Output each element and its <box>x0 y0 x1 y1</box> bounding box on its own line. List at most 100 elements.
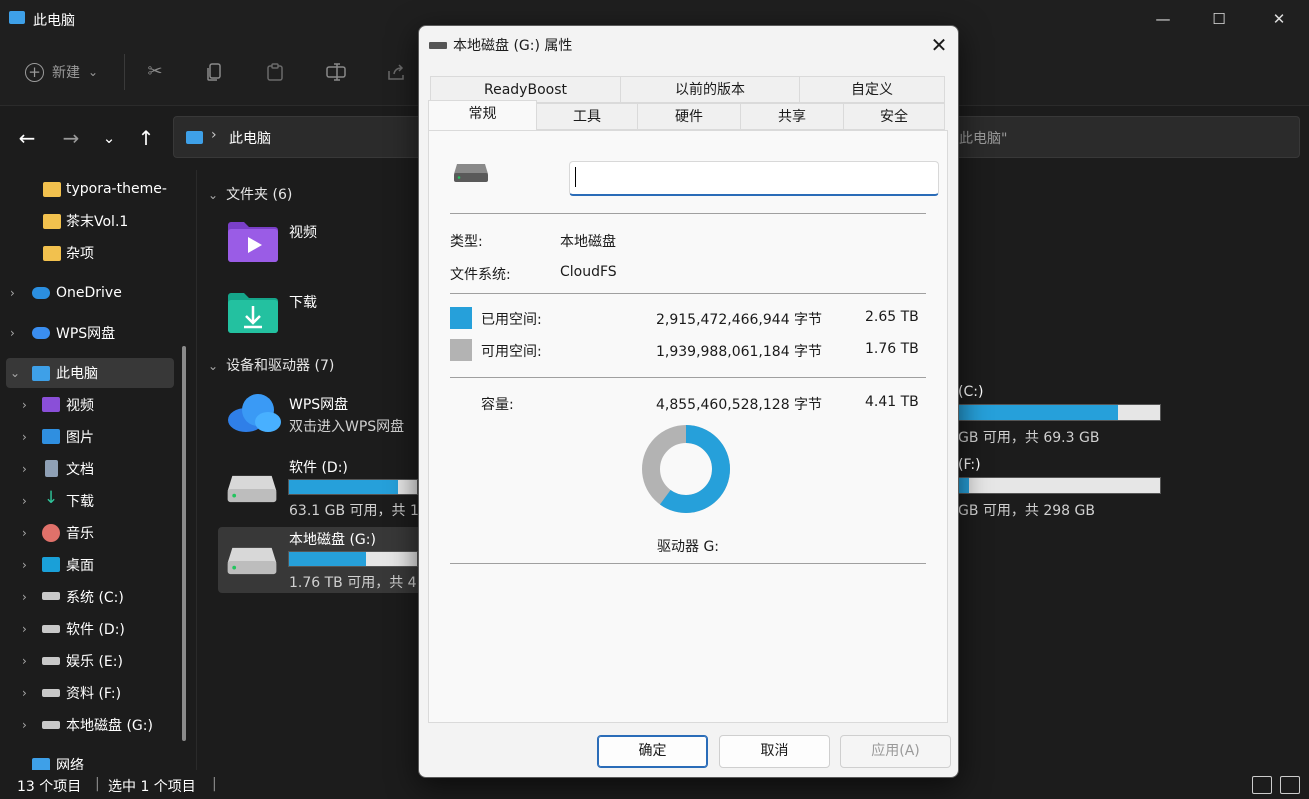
download-folder-icon <box>228 293 278 333</box>
chevron-down-icon: ⌄ <box>208 188 219 202</box>
filesystem-value: CloudFS <box>560 264 617 280</box>
chevron-right-icon[interactable]: › <box>22 526 34 540</box>
usage-donut-chart <box>642 425 730 513</box>
copy-icon[interactable] <box>205 62 225 82</box>
chevron-right-icon[interactable]: › <box>10 286 22 300</box>
wps-cloud-icon <box>228 394 281 432</box>
free-space-bytes: 1,939,988,061,184 字节 <box>656 344 823 360</box>
sidebar-item-network[interactable]: 网络 <box>0 750 190 770</box>
drive-item-d[interactable]: 软件 (D:) 63.1 GB 可用，共 1 <box>218 460 428 526</box>
address-bar[interactable]: › 此电脑 <box>173 116 433 158</box>
tab-readyboost[interactable]: ReadyBoost <box>430 76 621 103</box>
chevron-down-icon[interactable]: ⌄ <box>10 366 22 380</box>
chevron-right-icon[interactable]: › <box>22 590 34 604</box>
folder-videos[interactable]: 视频 <box>218 216 418 276</box>
sidebar-item-misc[interactable]: 杂项 <box>0 238 190 268</box>
sidebar-item-videos[interactable]: › 视频 <box>0 390 190 420</box>
free-space-label: 可用空间: <box>481 344 542 360</box>
sidebar-item-label: 软件 (D:) <box>66 622 125 638</box>
capacity-size: 4.41 TB <box>865 394 919 410</box>
share-icon[interactable] <box>386 62 406 82</box>
sidebar-item-drive-d[interactable]: › 软件 (D:) <box>0 614 190 644</box>
sidebar-item-documents[interactable]: › 文档 <box>0 454 190 484</box>
sidebar-item-this-pc[interactable]: ⌄ 此电脑 <box>6 358 174 388</box>
sidebar-item-label: 资料 (F:) <box>66 686 122 702</box>
chevron-right-icon[interactable]: › <box>22 430 34 444</box>
drive-usage-fill <box>959 405 1118 420</box>
folders-section-header[interactable]: ⌄ 文件夹 (6) <box>208 184 292 204</box>
sidebar-item-label: 文档 <box>66 462 94 478</box>
drive-name-input[interactable] <box>569 161 939 196</box>
network-icon <box>32 758 50 770</box>
divider <box>450 563 926 564</box>
navigation-pane: typora-theme- 茶末Vol.1 杂项 › OneDrive › WP… <box>0 170 197 770</box>
drive-label: (C:) <box>958 384 984 400</box>
chevron-right-icon[interactable]: › <box>22 654 34 668</box>
sidebar-scrollbar[interactable] <box>182 346 186 741</box>
up-button[interactable]: ↑ <box>134 126 158 150</box>
new-button[interactable]: + 新建 ⌄ <box>25 62 98 82</box>
drive-item-wps[interactable]: WPS网盘 双击进入WPS网盘 <box>218 390 428 456</box>
drive-icon <box>42 721 60 729</box>
breadcrumb[interactable]: 此电脑 <box>229 128 271 148</box>
chevron-down-icon: ⌄ <box>88 65 99 79</box>
cut-icon[interactable]: ✂ <box>145 62 165 82</box>
sidebar-item-music[interactable]: › 音乐 <box>0 518 190 548</box>
back-button[interactable]: ← <box>15 126 39 150</box>
tab-sharing[interactable]: 共享 <box>740 103 844 130</box>
tab-previous-versions[interactable]: 以前的版本 <box>620 76 800 103</box>
large-icons-view-icon[interactable] <box>1280 776 1300 794</box>
tab-security[interactable]: 安全 <box>843 103 945 130</box>
sidebar-item-onedrive[interactable]: › OneDrive <box>0 278 190 308</box>
chevron-right-icon[interactable]: › <box>10 326 22 340</box>
paste-icon[interactable] <box>265 62 285 82</box>
drives-section-header[interactable]: ⌄ 设备和驱动器 (7) <box>208 355 334 375</box>
chevron-down-icon: ⌄ <box>208 359 219 373</box>
drive-item-c[interactable]: (C:) GB 可用，共 69.3 GB <box>958 384 1168 447</box>
status-divider: | <box>212 776 217 792</box>
tab-hardware[interactable]: 硬件 <box>637 103 741 130</box>
sidebar-item-pictures[interactable]: › 图片 <box>0 422 190 452</box>
used-space-label: 已用空间: <box>481 312 542 328</box>
used-space-swatch <box>450 307 472 329</box>
type-value: 本地磁盘 <box>560 234 616 250</box>
maximize-button[interactable]: ☐ <box>1204 8 1234 30</box>
minimize-button[interactable]: — <box>1148 8 1178 30</box>
chevron-right-icon[interactable]: › <box>22 462 34 476</box>
chevron-right-icon[interactable]: › <box>22 558 34 572</box>
ok-button[interactable]: 确定 <box>597 735 708 768</box>
sidebar-item-drive-e[interactable]: › 娱乐 (E:) <box>0 646 190 676</box>
sidebar-item-chamo[interactable]: 茶末Vol.1 <box>0 206 190 236</box>
chevron-right-icon[interactable]: › <box>22 398 34 412</box>
recent-locations-button[interactable]: ⌄ <box>97 126 121 150</box>
tab-customize[interactable]: 自定义 <box>799 76 945 103</box>
cancel-button[interactable]: 取消 <box>719 735 830 768</box>
free-space-size: 1.76 TB <box>865 341 919 357</box>
drive-label: 本地磁盘 (G:) <box>289 532 376 548</box>
sidebar-item-drive-c[interactable]: › 系统 (C:) <box>0 582 190 612</box>
apply-button[interactable]: 应用(A) <box>840 735 951 768</box>
forward-button[interactable]: → <box>59 126 83 150</box>
drive-item-g[interactable]: 本地磁盘 (G:) 1.76 TB 可用，共 4 <box>218 532 428 598</box>
sidebar-item-drive-f[interactable]: › 资料 (F:) <box>0 678 190 708</box>
rename-icon[interactable] <box>326 62 346 82</box>
dialog-close-button[interactable]: ✕ <box>925 31 953 59</box>
tab-general[interactable]: 常规 <box>428 100 537 130</box>
sidebar-item-desktop[interactable]: › 桌面 <box>0 550 190 580</box>
tab-tools[interactable]: 工具 <box>536 103 638 130</box>
sidebar-item-typora[interactable]: typora-theme- <box>0 174 190 204</box>
drive-item-f[interactable]: (F:) GB 可用，共 298 GB <box>958 457 1168 520</box>
drive-subtext: 63.1 GB 可用，共 1 <box>289 503 419 519</box>
chevron-right-icon[interactable]: › <box>22 494 34 508</box>
chevron-right-icon[interactable]: › <box>22 718 34 732</box>
folder-downloads[interactable]: 下载 <box>218 288 418 348</box>
chevron-right-icon[interactable]: › <box>22 686 34 700</box>
sidebar-item-label: 音乐 <box>66 526 94 542</box>
close-button[interactable]: ✕ <box>1264 8 1294 30</box>
sidebar-item-wps[interactable]: › WPS网盘 <box>0 318 190 348</box>
chevron-right-icon[interactable]: › <box>22 622 34 636</box>
sidebar-item-downloads[interactable]: › ↓ 下载 <box>0 486 190 516</box>
sidebar-item-drive-g[interactable]: › 本地磁盘 (G:) <box>0 710 190 740</box>
details-view-icon[interactable] <box>1252 776 1272 794</box>
search-input[interactable]: 此电脑" <box>940 116 1300 158</box>
